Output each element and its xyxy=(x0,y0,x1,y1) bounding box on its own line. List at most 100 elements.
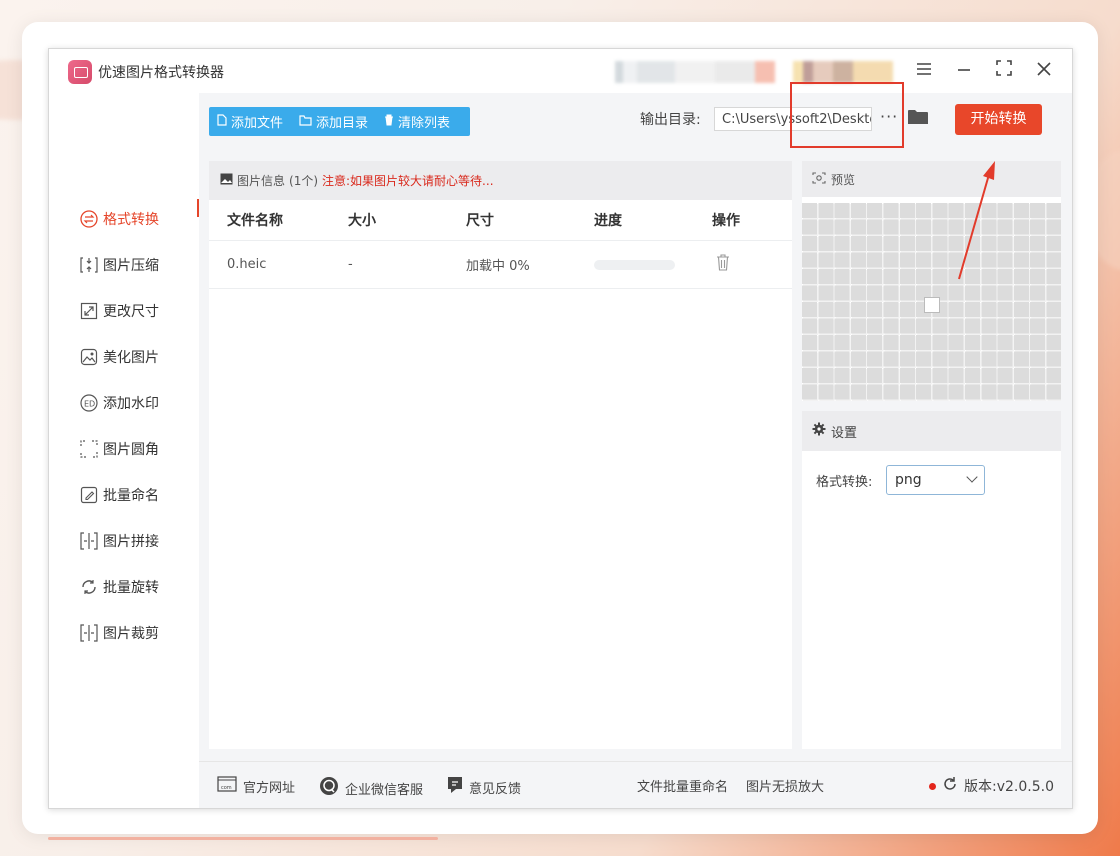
col-action: 操作 xyxy=(712,213,740,229)
settings-header: 设置 xyxy=(802,411,1061,451)
batch-rename-link[interactable]: 文件批量重命名 xyxy=(637,776,728,795)
file-action-group: 添加文件 添加目录 清除列表 xyxy=(209,107,470,136)
preview-header: 预览 xyxy=(802,161,1061,197)
add-folder-label: 添加目录 xyxy=(316,116,369,131)
compress-icon xyxy=(79,256,98,275)
update-dot-icon xyxy=(929,782,937,790)
trash-icon xyxy=(384,114,394,129)
format-select[interactable]: png xyxy=(886,465,985,495)
image-icon xyxy=(220,173,233,188)
file-panel-header: 图片信息 (1个) 注意:如果图片较大请耐心等待... xyxy=(209,161,792,200)
sidebar-item-beautify[interactable]: 美化图片 xyxy=(79,344,159,370)
svg-text:com: com xyxy=(221,785,232,791)
website-icon: com xyxy=(217,776,237,796)
sidebar-item-stitch[interactable]: 图片拼接 xyxy=(79,528,159,554)
app-title: 优速图片格式转换器 xyxy=(98,65,224,81)
file-panel-title: 图片信息 xyxy=(237,174,286,188)
convert-icon xyxy=(79,210,98,229)
warning-text: 注意:如果图片较大请耐心等待... xyxy=(322,174,494,188)
sidebar-item-label: 图片裁剪 xyxy=(103,626,159,642)
sidebar-item-resize[interactable]: 更改尺寸 xyxy=(79,298,159,324)
chevron-down-icon xyxy=(966,471,978,483)
settings-title: 设置 xyxy=(831,425,858,441)
settings-panel: 设置 格式转换: png xyxy=(802,411,1061,749)
watermark-icon: ED xyxy=(79,394,98,413)
open-folder-icon[interactable] xyxy=(908,109,928,125)
sidebar-item-format-convert[interactable]: 格式转换 xyxy=(79,206,159,232)
feedback-label: 意见反馈 xyxy=(469,781,522,797)
app-logo-icon xyxy=(68,60,92,84)
preview-canvas xyxy=(802,203,1061,401)
sidebar-item-rounded-corner[interactable]: 图片圆角 xyxy=(79,436,159,462)
sidebar-item-label: 图片压缩 xyxy=(103,258,159,274)
add-folder-button[interactable]: 添加目录 xyxy=(291,107,376,136)
sidebar-item-label: 图片圆角 xyxy=(103,442,159,458)
beautify-icon xyxy=(79,348,98,367)
sidebar-item-label: 批量命名 xyxy=(103,488,159,504)
resize-icon xyxy=(79,302,98,321)
file-list-panel: 图片信息 (1个) 注意:如果图片较大请耐心等待... 文件名称 大小 尺寸 进… xyxy=(209,161,792,749)
website-label: 官方网址 xyxy=(243,780,296,796)
preview-panel: 预览 xyxy=(802,161,1061,401)
preview-title: 预览 xyxy=(831,172,856,187)
sidebar-item-label: 批量旋转 xyxy=(103,580,159,596)
gear-icon xyxy=(812,422,826,440)
rename-icon xyxy=(79,486,98,505)
blurred-user-info xyxy=(615,61,775,83)
refresh-icon[interactable] xyxy=(942,776,958,796)
sidebar-item-label: 更改尺寸 xyxy=(103,304,159,320)
website-link[interactable]: com 官方网址 xyxy=(217,776,295,796)
lossless-enlarge-link[interactable]: 图片无损放大 xyxy=(746,776,824,795)
file-name: 0.heic xyxy=(227,257,267,272)
menu-icon[interactable] xyxy=(911,59,937,83)
sidebar-item-rename[interactable]: 批量命名 xyxy=(79,482,159,508)
clear-list-button[interactable]: 清除列表 xyxy=(376,107,458,136)
sidebar-item-rotate[interactable]: 批量旋转 xyxy=(79,574,159,600)
sidebar-item-crop[interactable]: 图片裁剪 xyxy=(79,620,159,646)
preview-icon xyxy=(812,171,826,187)
sidebar-item-watermark[interactable]: ED 添加水印 xyxy=(79,390,159,416)
svg-text:ED: ED xyxy=(84,400,95,409)
start-convert-button[interactable]: 开始转换 xyxy=(955,104,1042,135)
file-size: - xyxy=(348,257,353,272)
add-file-button[interactable]: 添加文件 xyxy=(209,107,291,136)
delete-icon[interactable] xyxy=(716,254,730,275)
main-area: 添加文件 添加目录 清除列表 输出目录: C:\Users\yssoft2\De… xyxy=(199,93,1072,808)
progress-bar xyxy=(594,259,675,270)
version-label: 版本:v2.0.5.0 xyxy=(964,779,1054,795)
file-dimension: 加载中 0% xyxy=(466,259,530,274)
crop-icon xyxy=(79,624,98,643)
maximize-icon[interactable] xyxy=(991,59,1017,83)
decorative-line xyxy=(48,837,438,840)
format-label: 格式转换: xyxy=(816,475,873,490)
minimize-icon[interactable] xyxy=(951,59,977,83)
title-bar: 优速图片格式转换器 xyxy=(49,49,1072,93)
toolbar: 添加文件 添加目录 清除列表 输出目录: C:\Users\yssoft2\De… xyxy=(199,93,1072,149)
highlight-box xyxy=(790,82,904,148)
sidebar-item-compress[interactable]: 图片压缩 xyxy=(79,252,159,278)
batch-rename-label: 文件批量重命名 xyxy=(637,780,729,795)
col-size: 大小 xyxy=(348,213,376,229)
wechat-service-link[interactable]: 企业微信客服 xyxy=(319,776,423,800)
feedback-link[interactable]: 意见反馈 xyxy=(447,776,521,798)
sidebar-item-label: 美化图片 xyxy=(103,350,159,366)
version-info: 版本:v2.0.5.0 xyxy=(929,776,1054,796)
feedback-icon xyxy=(447,776,463,798)
col-dimension: 尺寸 xyxy=(466,213,494,229)
stitch-icon xyxy=(79,532,98,551)
table-row[interactable]: 0.heic - 加载中 0% xyxy=(209,241,792,289)
clear-list-label: 清除列表 xyxy=(398,116,451,131)
lossless-enlarge-label: 图片无损放大 xyxy=(746,780,825,795)
col-progress: 进度 xyxy=(594,213,622,229)
file-icon xyxy=(217,114,227,129)
sidebar-item-label: 格式转换 xyxy=(103,212,159,228)
wechat-label: 企业微信客服 xyxy=(345,782,424,798)
footer: com 官方网址 企业微信客服 意见反馈 文件批量重命名 图片无损放大 版本:v… xyxy=(199,761,1072,808)
close-icon[interactable] xyxy=(1031,59,1057,83)
rounded-corner-icon xyxy=(79,440,98,459)
format-value: png xyxy=(895,472,922,488)
sidebar-item-label: 添加水印 xyxy=(103,396,159,412)
sidebar: 格式转换 图片压缩 更改尺寸 美化图片 ED 添加水印 图片圆角 批量命名 图片… xyxy=(49,93,199,808)
output-dir-label: 输出目录: xyxy=(640,112,701,128)
add-file-label: 添加文件 xyxy=(231,116,284,131)
